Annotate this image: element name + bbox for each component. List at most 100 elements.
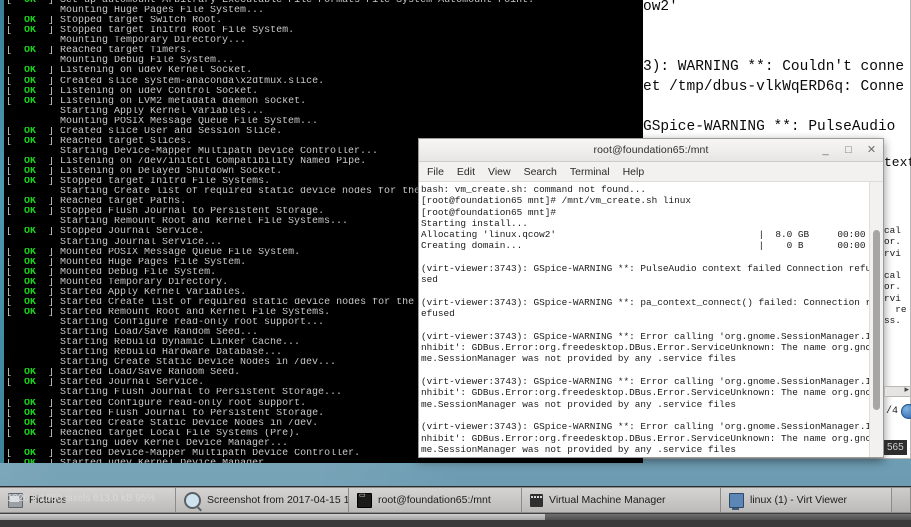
terminal-menu-edit[interactable]: Edit: [457, 166, 475, 178]
console-ok-badge: OK: [24, 247, 37, 258]
console-log-message: Started Configure read-only root support…: [60, 398, 307, 409]
console-log-message: Listening on udev Control Socket.: [60, 86, 259, 97]
console-left-accent-bar: [0, 0, 4, 463]
window-controls: _ □ ✕: [820, 139, 877, 161]
magnifier-icon: [184, 491, 201, 509]
terminal-window[interactable]: root@foundation65:/mnt _ □ ✕ File Edit Vie…: [418, 138, 884, 458]
terminal-output-line: sed: [421, 274, 438, 286]
console-ok-badge: OK: [24, 267, 37, 278]
console-log-message: Started Apply Kernel Variables.: [60, 287, 247, 298]
terminal-titlebar[interactable]: root@foundation65:/mnt _ □ ✕: [419, 139, 883, 162]
console-log-line: [ OK ] Reached target Timers.: [6, 46, 193, 57]
console-log-message: Listening on LVM2 metadata daemon socket…: [60, 96, 307, 107]
monitor-icon: [729, 492, 744, 510]
console-log-message: Starting Rebuild Hardware Database...: [6, 348, 283, 359]
terminal-menu-help[interactable]: Help: [623, 166, 645, 178]
console-ok-badge: OK: [24, 197, 37, 208]
console-ok-badge: OK: [24, 287, 37, 298]
terminal-output-line: nhibit': GDBus.Error:org.freedesktop.DBu…: [421, 387, 869, 399]
taskbar-item-label: Virtual Machine Manager: [549, 494, 666, 506]
terminal-output-line: (virt-viewer:3743): GSpice-WARNING **: p…: [421, 296, 869, 308]
console-log-message: Reached target Local File Systems (Pre).: [60, 428, 301, 439]
console-log-message: Starting Configure read-only root suppor…: [6, 318, 325, 328]
terminal-menu-file[interactable]: File: [427, 166, 444, 178]
console-ok-badge: OK: [24, 448, 37, 459]
console-log-message: Stopped target Initrd Root File System.: [60, 26, 295, 37]
terminal-output-line: me.SessionManager was not provided by an…: [421, 398, 737, 410]
console-log-message: Starting Remount Root and Kernel File Sy…: [6, 217, 349, 228]
terminal-menubar[interactable]: File Edit View Search Terminal Help: [419, 162, 883, 182]
terminal-output-line: Starting install...: [421, 217, 528, 229]
console-log-message: Reached target Slices.: [60, 136, 193, 147]
maximize-icon[interactable]: □: [843, 144, 854, 156]
console-log-line: [ OK ] Listening on LVM2 metadata daemon…: [6, 96, 307, 107]
background-log-line: ow2': [643, 0, 678, 15]
console-log-message: Mounting POSIX Message Queue File System…: [6, 116, 319, 127]
terminal-title: root@foundation65:/mnt: [593, 144, 709, 156]
console-ok-badge: OK: [24, 227, 37, 238]
console-log-line: [ OK ] Listening on udev Control Socket.: [6, 86, 259, 97]
terminal-output-line: me.SessionManager was not provided by an…: [421, 443, 737, 455]
terminal-output-line: me.SessionManager was not provided by an…: [421, 353, 737, 365]
console-log-message: Stopped Flush Journal to Persistent Stor…: [60, 207, 325, 218]
console-log-line: [ OK ] Stopped target Initrd Root File S…: [6, 26, 295, 37]
console-log-message: Started Device-Mapper Multipath Device C…: [60, 448, 361, 459]
console-log-line: [ OK ] Created slice User and Session Sl…: [6, 126, 283, 137]
coordinate-readout: 565: [884, 440, 907, 455]
status-dot-icon[interactable]: [901, 404, 911, 419]
terminal-scrollbar[interactable]: [869, 182, 883, 457]
console-ok-badge: OK: [24, 459, 36, 463]
console-log-message: Mounted Temporary Directory.: [60, 277, 229, 288]
console-log-message: Stopped Journal Service.: [60, 227, 205, 238]
horizontal-scroll-arrow[interactable]: [884, 384, 911, 397]
terminal-output-line: (virt-viewer:3743): GSpice-WARNING **: P…: [421, 263, 869, 275]
console-log-line: Mounting Huge Pages File System...: [6, 6, 643, 16]
console-ok-badge: OK: [24, 26, 37, 37]
console-log-message: Reached target Paths.: [60, 197, 187, 208]
console-ok-badge: OK: [24, 418, 37, 429]
console-log-line: Mounting POSIX Message Queue File System…: [6, 117, 643, 127]
background-log-right-fragments: cal or. rvi cal or. rvi re ss.: [884, 225, 907, 327]
taskbar-item-screenshot-from-2017-04-15-1[interactable]: Screenshot from 2017-04-15 1...: [176, 487, 349, 513]
console-log-message: Started Load/Save Random Seed.: [60, 368, 241, 379]
console-log-message: Mounted POSIX Message Queue File System.: [60, 247, 301, 258]
console-ok-badge: OK: [24, 408, 37, 419]
taskbar[interactable]: PicturesScreenshot from 2017-04-15 1...r…: [0, 486, 911, 527]
console-log-message: Starting Flush Journal to Persistent Sto…: [6, 388, 343, 399]
console-log-message: Starting udev Kernel Device Manager...: [6, 438, 289, 449]
console-ok-badge: OK: [24, 66, 37, 77]
progress-fill: [0, 514, 545, 520]
close-icon[interactable]: ✕: [866, 144, 877, 156]
console-log-message: Starting Rebuild Dynamic Linker Cache...: [6, 338, 301, 349]
terminal-menu-terminal[interactable]: Terminal: [570, 166, 610, 178]
console-log-message: Started Create Static Device Nodes in /d…: [60, 418, 319, 429]
console-log-line: [ OK ] Started udev Kernel Device Manage…: [6, 459, 643, 463]
terminal-scrollbar-thumb[interactable]: [873, 230, 880, 410]
taskbar-item-label: linux (1) - Virt Viewer: [750, 494, 848, 506]
terminal-output-line: nhibit': GDBus.Error:org.freedesktop.DBu…: [421, 342, 869, 354]
taskbar-item-root-foundation65-mnt[interactable]: root@foundation65:/mnt: [349, 487, 522, 513]
background-log-text: ow2' 3): WARNING **: Couldn't conne et /t…: [643, 0, 910, 137]
terminal-output-line: efused: [421, 308, 455, 320]
vmm-icon: [530, 493, 543, 507]
terminal-menu-view[interactable]: View: [488, 166, 511, 178]
background-log-line: et /tmp/dbus-vlkWqERD6q: Conne: [643, 79, 905, 95]
terminal-output-line: [root@foundation65 mnt]#: [421, 206, 557, 218]
console-ok-badge: OK: [24, 76, 37, 87]
background-log-line: [643, 97, 910, 117]
console-log-message: Starting Apply Kernel Variables...: [6, 106, 265, 117]
console-ok-badge: OK: [24, 428, 37, 439]
console-ok-badge: OK: [24, 126, 37, 137]
console-ok-badge: OK: [24, 398, 37, 409]
taskbar-item-virtual-machine-manager[interactable]: Virtual Machine Manager: [522, 487, 721, 513]
minimize-icon[interactable]: _: [820, 144, 831, 156]
terminal-output-line: (virt-viewer:3743): GSpice-WARNING **: E…: [421, 376, 869, 388]
taskbar-item-linux-1-virt-viewer[interactable]: linux (1) - Virt Viewer: [721, 487, 892, 513]
console-log-message: Starting Load/Save Random Seed...: [6, 328, 259, 339]
terminal-menu-search[interactable]: Search: [524, 166, 557, 178]
terminal-body[interactable]: bash: vm_create.sh: command not found...…: [419, 182, 883, 457]
